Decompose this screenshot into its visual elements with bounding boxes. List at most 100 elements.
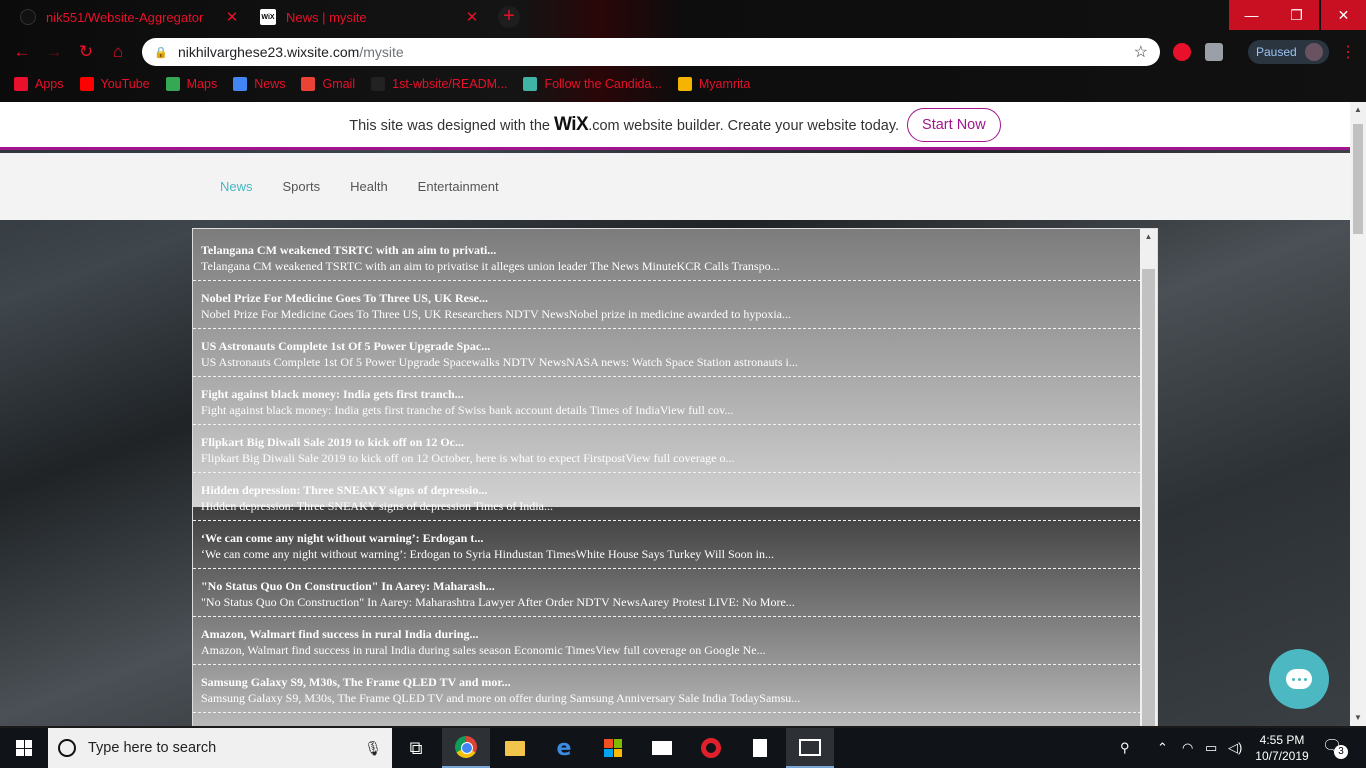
extension-adblock-icon[interactable] — [1173, 43, 1191, 61]
wifi-icon[interactable]: ◠ — [1182, 728, 1193, 768]
page-scroll-thumb[interactable] — [1353, 124, 1363, 234]
taskbar-store[interactable] — [589, 728, 637, 768]
bookmark-item[interactable]: Gmail — [301, 77, 355, 91]
microphone-icon[interactable]: 🎙 — [364, 740, 382, 757]
address-bar[interactable]: 🔒 nikhilvarghese23.wixsite.com/mysite ☆ — [142, 38, 1160, 66]
extension-icon[interactable] — [1205, 43, 1223, 61]
news-item[interactable]: Exercise is must for cancer patients hea… — [193, 713, 1141, 726]
scroll-up-arrow-icon[interactable]: ▲ — [1140, 229, 1157, 245]
news-headline[interactable]: ‘We can come any night without warning’:… — [201, 531, 1133, 546]
reload-button[interactable]: ↻ — [75, 41, 97, 63]
news-feed-content[interactable]: Telangana CM weakened TSRTC with an aim … — [193, 229, 1141, 726]
news-headline[interactable]: Samsung Galaxy S9, M30s, The Frame QLED … — [201, 675, 1133, 690]
news-headline[interactable]: Amazon, Walmart find success in rural In… — [201, 627, 1133, 642]
close-window-button[interactable]: ✕ — [1321, 0, 1366, 30]
news-item[interactable]: Flipkart Big Diwali Sale 2019 to kick of… — [193, 425, 1141, 473]
nav-item-news[interactable]: News — [220, 179, 253, 194]
forward-button[interactable]: → — [43, 41, 65, 63]
bookmark-item[interactable]: YouTube — [79, 77, 150, 91]
people-icon[interactable]: ⚲ — [1120, 728, 1130, 768]
minimize-button[interactable]: — — [1229, 0, 1274, 30]
start-button[interactable] — [0, 728, 48, 768]
close-tab-icon[interactable]: ✕ — [464, 8, 480, 26]
webpage: This site was designed with the WiX.com … — [0, 102, 1350, 726]
site-nav: News Sports Health Entertainment — [0, 153, 1350, 220]
tab-news-mysite[interactable]: WiX News | mysite ✕ — [250, 2, 490, 32]
bookmark-item[interactable]: Apps — [14, 77, 64, 91]
taskbar-mail[interactable] — [638, 728, 686, 768]
profile-button[interactable]: Paused — [1248, 40, 1329, 64]
news-item[interactable]: Amazon, Walmart find success in rural In… — [193, 617, 1141, 665]
nav-item-sports[interactable]: Sports — [283, 179, 321, 194]
task-view-button[interactable]: ⧉ — [392, 728, 440, 768]
edge-icon: e — [556, 735, 572, 761]
notification-count: 3 — [1334, 745, 1348, 759]
news-item[interactable]: US Astronauts Complete 1st Of 5 Power Up… — [193, 329, 1141, 377]
bookmark-icon — [14, 77, 28, 91]
taskbar-photos[interactable] — [786, 728, 834, 768]
bookmark-label: Maps — [186, 77, 218, 91]
battery-icon[interactable]: ▭ — [1205, 728, 1217, 768]
news-headline[interactable]: Flipkart Big Diwali Sale 2019 to kick of… — [201, 435, 1133, 450]
clock-date: 10/7/2019 — [1255, 749, 1309, 763]
taskbar-search[interactable]: Type here to search 🎙 — [48, 728, 392, 768]
news-headline[interactable]: US Astronauts Complete 1st Of 5 Power Up… — [201, 339, 1133, 354]
news-item[interactable]: "No Status Quo On Construction" In Aarey… — [193, 569, 1141, 617]
bookmark-label: Follow the Candida... — [544, 77, 662, 91]
scroll-up-arrow-icon[interactable]: ▲ — [1350, 102, 1366, 118]
news-item[interactable]: Samsung Galaxy S9, M30s, The Frame QLED … — [193, 665, 1141, 713]
action-center-button[interactable]: 🗨 3 — [1322, 736, 1348, 759]
bookmark-item[interactable]: Maps — [165, 77, 218, 91]
scroll-down-arrow-icon[interactable]: ▼ — [1350, 710, 1366, 726]
news-list: Telangana CM weakened TSRTC with an aim … — [193, 233, 1141, 726]
taskbar-edge[interactable]: e — [540, 728, 588, 768]
taskbar-file-explorer[interactable] — [491, 728, 539, 768]
wix-banner-suffix: .com website builder. Create your websit… — [588, 117, 900, 134]
maximize-button[interactable]: ❐ — [1274, 0, 1319, 30]
news-headline[interactable]: Telangana CM weakened TSRTC with an aim … — [201, 243, 1133, 258]
url-text[interactable]: nikhilvarghese23.wixsite.com/mysite — [178, 44, 1134, 60]
home-button[interactable]: ⌂ — [107, 41, 129, 63]
news-summary: Samsung Galaxy S9, M30s, The Frame QLED … — [201, 691, 801, 705]
start-now-button[interactable]: Start Now — [907, 107, 1001, 142]
news-item[interactable]: Hidden depression: Three SNEAKY signs of… — [193, 473, 1141, 521]
chrome-icon — [455, 736, 477, 758]
feed-scroll-thumb[interactable] — [1142, 269, 1155, 726]
wix-favicon-icon: WiX — [260, 9, 276, 25]
nav-item-entertainment[interactable]: Entertainment — [418, 179, 499, 194]
news-headline[interactable]: "No Status Quo On Construction" In Aarey… — [201, 579, 1133, 594]
news-item[interactable]: Telangana CM weakened TSRTC with an aim … — [193, 233, 1141, 281]
taskbar-notepad[interactable] — [736, 728, 784, 768]
news-item[interactable]: Nobel Prize For Medicine Goes To Three U… — [193, 281, 1141, 329]
clock[interactable]: 4:55 PM 10/7/2019 — [1250, 732, 1314, 764]
bookmark-item[interactable]: News — [233, 77, 285, 91]
lock-icon[interactable]: 🔒 — [154, 46, 168, 59]
bookmark-star-icon[interactable]: ☆ — [1134, 42, 1148, 62]
menu-icon[interactable]: ⋮ — [1340, 42, 1356, 62]
bookmark-item[interactable]: 1st-wbsite/READM... — [371, 77, 507, 91]
tab-title: nik551/Website-Aggregator — [46, 9, 204, 25]
news-summary: Nobel Prize For Medicine Goes To Three U… — [201, 307, 792, 321]
back-button[interactable]: ← — [11, 41, 33, 63]
close-tab-icon[interactable]: ✕ — [224, 8, 240, 26]
news-item[interactable]: ‘We can come any night without warning’:… — [193, 521, 1141, 569]
chevron-up-icon[interactable]: ⌃ — [1157, 728, 1168, 768]
news-headline[interactable]: Fight against black money: India gets fi… — [201, 387, 1133, 402]
document-icon — [753, 739, 767, 757]
news-headline[interactable]: Hidden depression: Three SNEAKY signs of… — [201, 483, 1133, 498]
bookmark-item[interactable]: Follow the Candida... — [523, 77, 662, 91]
page-scrollbar[interactable]: ▲ ▼ — [1350, 102, 1366, 726]
tab-strip: nik551/Website-Aggregator ✕ WiX News | m… — [0, 0, 1366, 34]
news-headline[interactable]: Nobel Prize For Medicine Goes To Three U… — [201, 291, 1133, 306]
volume-icon[interactable]: ◁) — [1228, 728, 1242, 768]
tab-github[interactable]: nik551/Website-Aggregator ✕ — [10, 2, 250, 32]
new-tab-button[interactable]: + — [498, 6, 520, 28]
chat-button[interactable] — [1269, 649, 1329, 709]
nav-item-health[interactable]: Health — [350, 179, 388, 194]
taskbar-chrome[interactable] — [442, 728, 490, 768]
taskbar-opera[interactable] — [687, 728, 735, 768]
bookmark-item[interactable]: Myamrita — [677, 77, 750, 91]
news-headline[interactable]: Exercise is must for cancer patients hea… — [201, 723, 1133, 726]
feed-scrollbar[interactable]: ▲ — [1140, 229, 1157, 726]
news-item[interactable]: Fight against black money: India gets fi… — [193, 377, 1141, 425]
